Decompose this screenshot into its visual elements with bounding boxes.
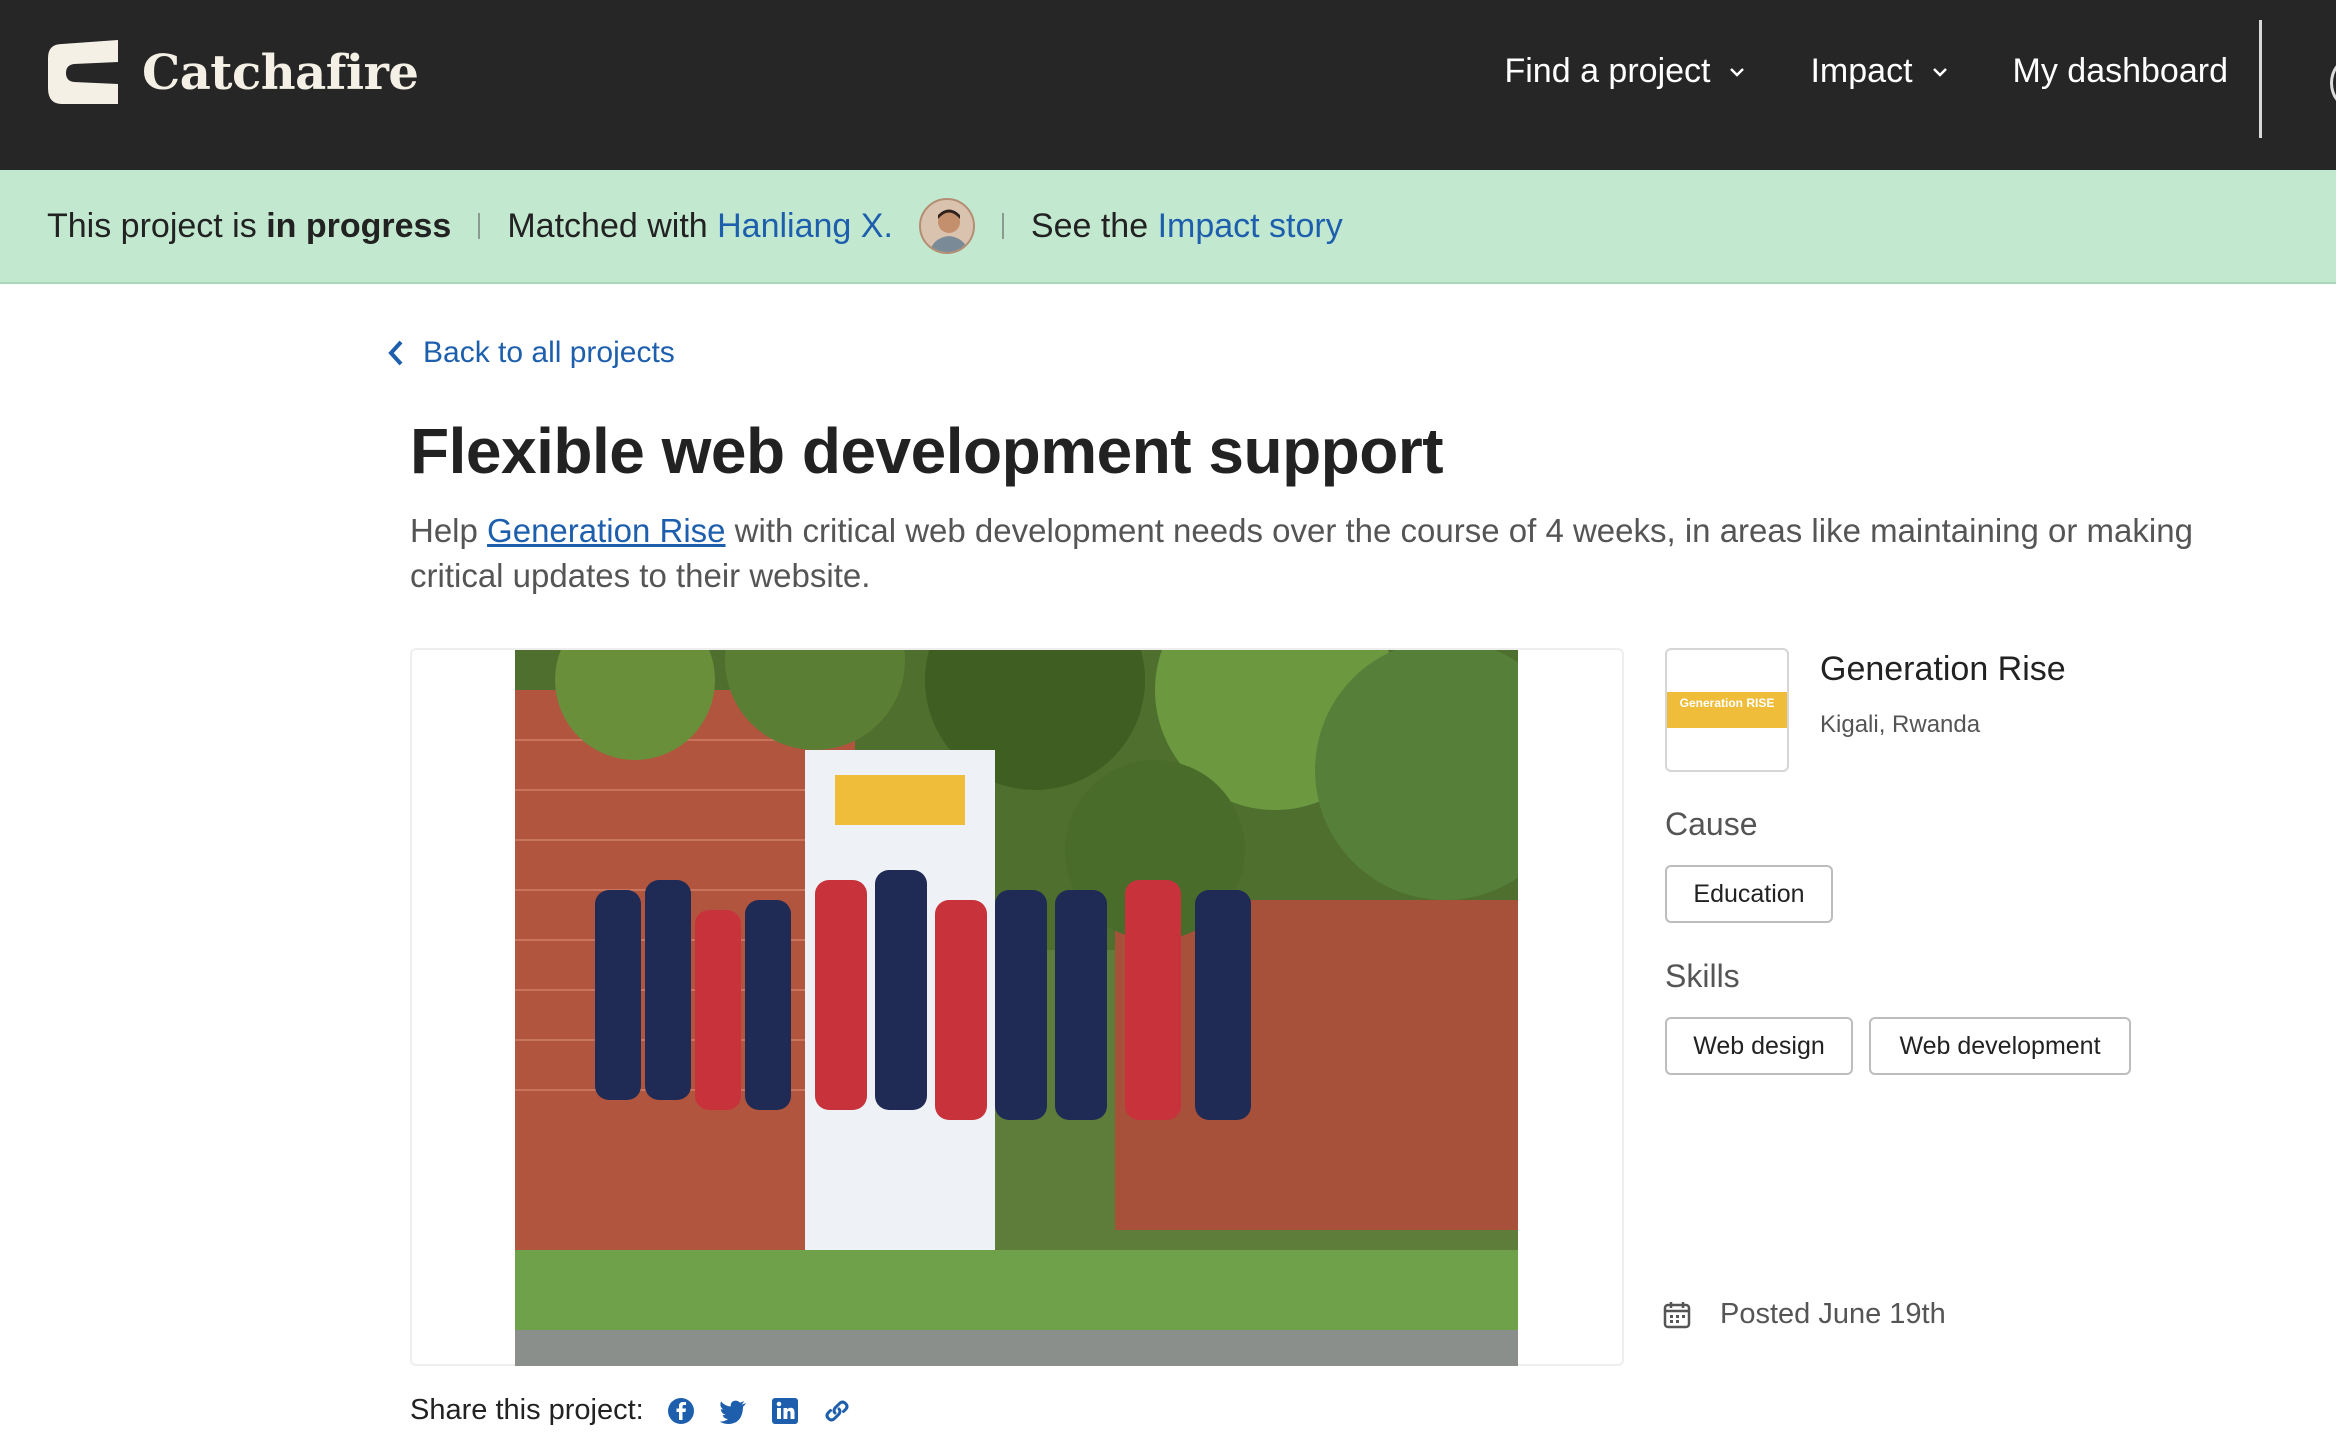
chevron-left-icon	[388, 340, 403, 366]
org-logo-band: Generation RISE	[1667, 692, 1787, 728]
status-state: in progress	[266, 206, 452, 245]
org-logo[interactable]: Generation RISE	[1665, 648, 1789, 772]
back-link-label: Back to all projects	[423, 336, 675, 369]
nav-find-a-project-label: Find a project	[1504, 52, 1711, 90]
impact-prefix: See the	[1030, 206, 1158, 245]
divider	[1001, 213, 1004, 239]
chevron-down-icon	[1932, 67, 1947, 77]
org-name[interactable]: Generation Rise	[1820, 650, 2066, 689]
skills-label: Skills	[1665, 958, 1740, 994]
nav-impact-label: Impact	[1810, 52, 1913, 90]
catchafire-logo-icon	[48, 40, 118, 104]
impact-text: See the Impact story	[1031, 207, 1343, 246]
project-status-bar: This project is in progress Matched with…	[0, 170, 2336, 284]
volunteer-avatar[interactable]	[918, 198, 975, 254]
status-text: This project is in progress	[47, 207, 451, 246]
matched-volunteer-link[interactable]: Hanliang X.	[717, 207, 893, 245]
nav-my-dashboard[interactable]: My dashboard	[2013, 52, 2228, 91]
nav-impact[interactable]: Impact	[1810, 52, 1950, 91]
main-menu: Find a project Impact My dashboard	[1442, 52, 2228, 91]
nav-find-a-project[interactable]: Find a project	[1504, 52, 1748, 91]
status-prefix: This project is	[47, 206, 267, 245]
nav-my-dashboard-label: My dashboard	[2012, 52, 2228, 90]
divider	[478, 213, 481, 239]
project-photo	[515, 650, 1518, 1366]
back-to-projects-link[interactable]: Back to all projects	[385, 336, 675, 370]
user-avatar[interactable]	[2330, 58, 2336, 108]
posted-date: Posted June 19th	[1662, 1298, 1946, 1331]
share-bar: Share this project:	[410, 1394, 852, 1427]
top-navigation: Catchafire Find a project Impact My dash…	[0, 0, 2336, 170]
org-link[interactable]: Generation Rise	[487, 512, 725, 549]
cause-tag[interactable]: Education	[1665, 865, 1833, 923]
share-label: Share this project:	[410, 1394, 644, 1426]
skill-tag[interactable]: Web design	[1665, 1017, 1853, 1075]
matched-prefix: Matched with	[507, 206, 718, 245]
linkedin-icon[interactable]	[770, 1396, 800, 1426]
facebook-icon[interactable]	[666, 1396, 696, 1426]
twitter-icon[interactable]	[718, 1396, 748, 1426]
catchafire-logo[interactable]: Catchafire	[40, 38, 419, 108]
cause-label: Cause	[1665, 806, 1758, 842]
group-photo-image	[515, 650, 1518, 1366]
matched-text: Matched with Hanliang X.	[507, 207, 893, 246]
skill-tag[interactable]: Web development	[1869, 1017, 2131, 1075]
calendar-icon	[1663, 1301, 1691, 1328]
brand-name: Catchafire	[142, 45, 419, 101]
posted-text: Posted June 19th	[1720, 1298, 1946, 1330]
org-location: Kigali, Rwanda	[1820, 711, 1981, 738]
impact-story-link[interactable]: Impact story	[1158, 207, 1343, 245]
project-photo-card	[410, 648, 1624, 1366]
nav-divider	[2259, 20, 2262, 138]
person-photo-icon	[920, 200, 973, 252]
link-icon[interactable]	[822, 1396, 852, 1426]
chevron-down-icon	[1730, 67, 1745, 77]
desc-prefix: Help	[410, 512, 488, 549]
page-title: Flexible web development support	[410, 415, 1444, 487]
project-description: Help Generation Rise with critical web d…	[410, 508, 2290, 598]
